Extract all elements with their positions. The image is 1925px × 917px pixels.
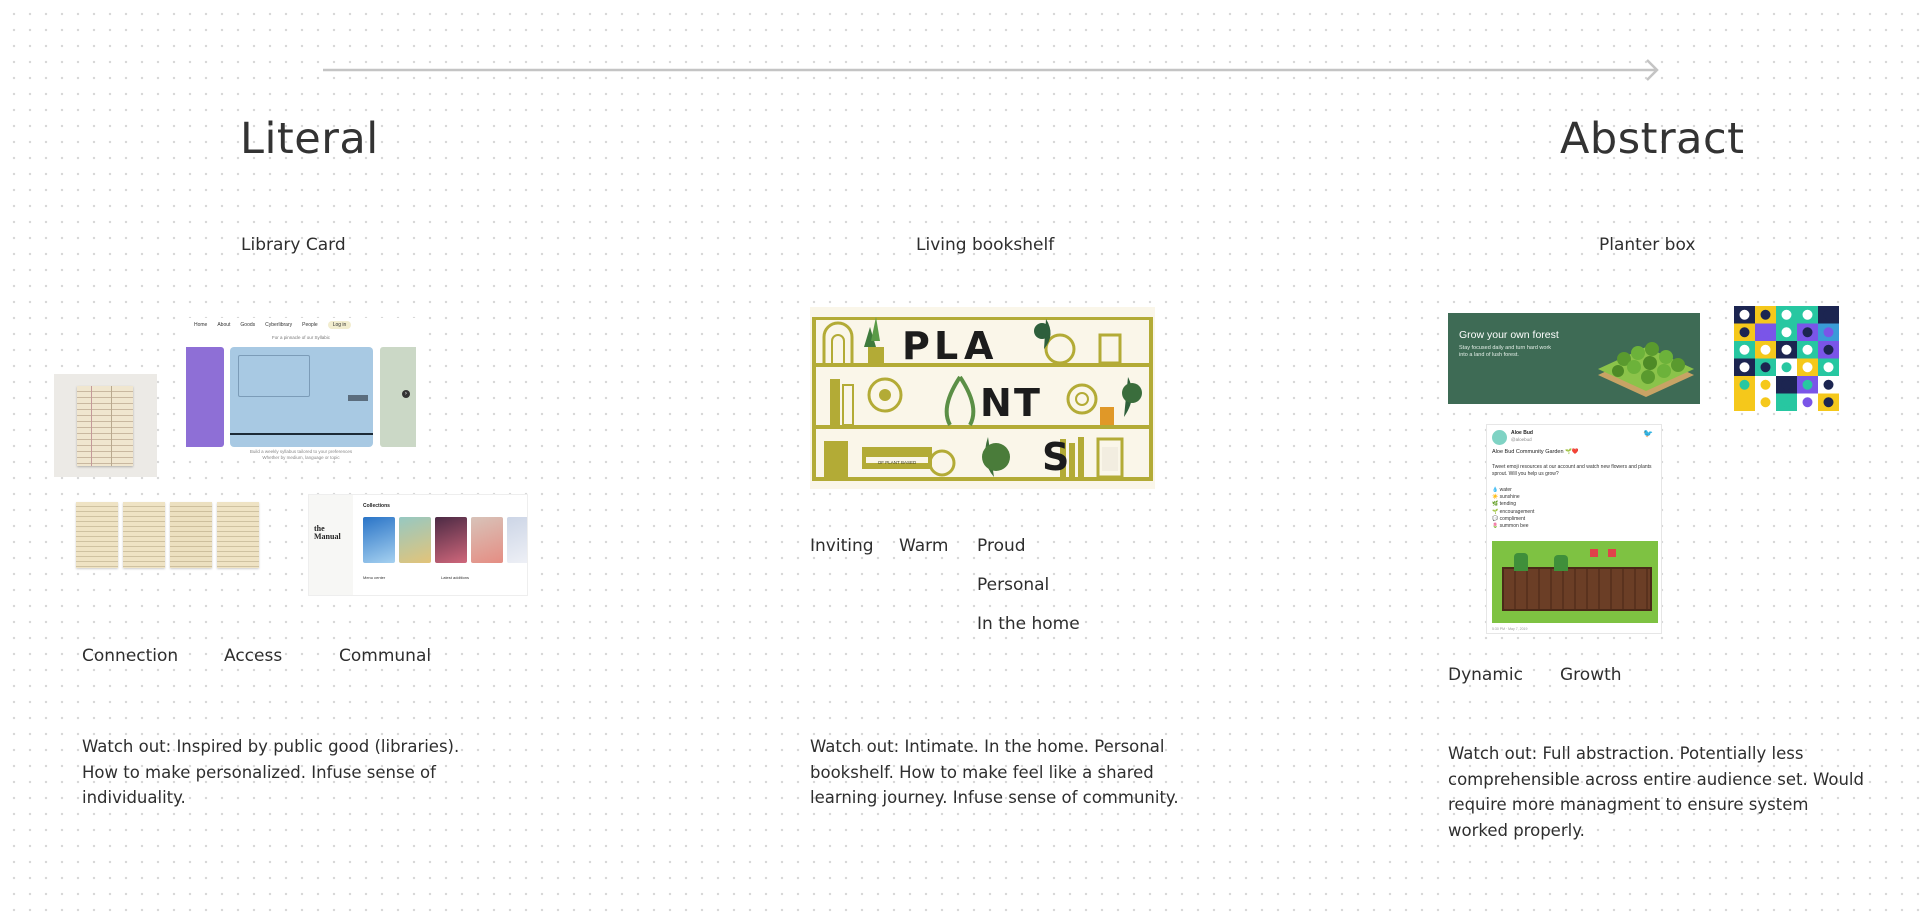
plants-bookshelf-banner-image: P L A N T S OF PLANT BASED <box>810 307 1155 489</box>
column-title-planter-box: Planter box <box>1599 235 1696 255</box>
mock-manual-col1: Menu center <box>363 575 386 580</box>
note-planter-box: Watch out: Full abstraction. Potentially… <box>1448 744 1864 840</box>
banner-letter-s: S <box>1042 435 1070 479</box>
banner-letter-n: N <box>980 381 1012 425</box>
mock-manual-col2: Latest additions <box>441 575 470 580</box>
tag-in-the-home: In the home <box>977 614 1080 634</box>
label-literal: Literal <box>240 114 379 164</box>
spectrum-arrow <box>323 59 1659 81</box>
tweet-author-name: Aloe Bud <box>1511 430 1533 436</box>
pattern-dot <box>1739 309 1750 320</box>
tweet-list-summon-bee: 🌷 summon bee <box>1492 523 1529 530</box>
pixel-garden-image <box>1492 541 1658 623</box>
isometric-forest-icon <box>1598 342 1694 397</box>
tag-access: Access <box>224 646 283 666</box>
banner-letter-a: A <box>964 324 994 368</box>
pattern-dot <box>1823 379 1834 390</box>
twitter-bird-icon: 🐦 <box>1643 429 1653 438</box>
tweet-body: Tweet emoji resources at our account and… <box>1492 464 1652 477</box>
pattern-dot <box>1760 309 1771 320</box>
column-title-library-card: Library Card <box>241 235 346 255</box>
mock-nav-cyberlibrary: Cyberlibrary <box>265 322 293 328</box>
pattern-dot <box>1739 397 1750 408</box>
mock-manual-section: Collections <box>363 503 390 509</box>
tweet-headline: Aloe Bud Community Garden 🌱❤️ <box>1492 449 1579 455</box>
aloe-bud-tweet-image: Aloe Bud @aloebud 🐦 Aloe Bud Community G… <box>1486 424 1662 634</box>
pattern-dot <box>1802 344 1813 355</box>
library-cards-row-image <box>76 502 261 569</box>
pattern-dot <box>1823 309 1834 320</box>
mock-caption: Build a weekly syllabus tailored to your… <box>249 449 353 460</box>
tag-growth: Growth <box>1560 665 1622 685</box>
pattern-dot <box>1760 327 1771 338</box>
grow-forest-card-image: Grow your own forest Stay focused daily … <box>1448 313 1700 404</box>
tag-inviting: Inviting <box>810 536 874 556</box>
banner-book-spine-text: OF PLANT BASED <box>877 460 917 465</box>
pattern-dot <box>1739 327 1750 338</box>
label-abstract: Abstract <box>1560 114 1745 164</box>
tag-connection: Connection <box>82 646 179 666</box>
pattern-dot <box>1781 362 1792 373</box>
pattern-dot <box>1781 379 1792 390</box>
column-title-living-bookshelf: Living bookshelf <box>916 235 1055 255</box>
mock-nav-login: Log in <box>327 321 352 329</box>
pattern-dot <box>1802 379 1813 390</box>
pattern-dot <box>1760 362 1771 373</box>
pattern-dot <box>1760 379 1771 390</box>
mock-nav-home: Home <box>194 322 208 328</box>
note-library-card: Watch out: Inspired by public good (libr… <box>82 737 460 807</box>
tweet-footer-timestamp: 5:30 PM · May 7, 2019 <box>1492 627 1528 631</box>
pattern-dot <box>1760 397 1771 408</box>
tag-proud: Proud <box>977 536 1026 556</box>
mock-nav-goods: Goods <box>240 322 256 328</box>
pattern-dot <box>1739 379 1750 390</box>
mock-nav-about: About <box>217 322 231 328</box>
pattern-dot <box>1823 327 1834 338</box>
note-living-bookshelf: Watch out: Intimate. In the home. Person… <box>810 737 1179 807</box>
pattern-dot <box>1781 397 1792 408</box>
the-manual-website-image: the Manual Collections Menu center Lates… <box>308 494 528 596</box>
mock-tagline: For a pinnacle of our Syllabic <box>271 335 331 340</box>
pattern-dot <box>1760 344 1771 355</box>
pattern-dot <box>1802 362 1813 373</box>
pattern-dot <box>1781 309 1792 320</box>
pattern-dot <box>1802 309 1813 320</box>
pattern-dot <box>1823 362 1834 373</box>
vintage-library-card-image <box>54 374 157 477</box>
pattern-dot <box>1739 344 1750 355</box>
pattern-dot <box>1781 327 1792 338</box>
mock-manual-brand: the Manual <box>314 524 341 541</box>
tweet-list-encouragement: 🌱 encouragement <box>1492 508 1535 515</box>
pattern-dot <box>1802 327 1813 338</box>
banner-letter-p: P <box>902 324 930 368</box>
forest-card-body: Stay focused daily and turn hard work in… <box>1459 345 1552 358</box>
tag-dynamic: Dynamic <box>1448 665 1523 685</box>
mock-nav-people: People <box>302 322 318 328</box>
banner-letter-l: L <box>934 324 959 368</box>
pattern-dot <box>1739 362 1750 373</box>
tag-warm: Warm <box>899 536 949 556</box>
tweet-author-handle: @aloebud <box>1511 437 1532 442</box>
pattern-dot <box>1823 397 1834 408</box>
tweet-list-tending: 🌿 tending <box>1492 501 1517 508</box>
tag-communal: Communal <box>339 646 432 666</box>
forest-card-title: Grow your own forest <box>1459 329 1559 341</box>
pattern-dot <box>1781 344 1792 355</box>
colorful-pattern-grid-image <box>1734 306 1839 411</box>
tag-personal: Personal <box>977 575 1050 595</box>
pattern-dot <box>1802 397 1813 408</box>
pattern-dot <box>1823 344 1834 355</box>
library-pouch-website-image: Home About Goods Cyberlibrary People Log… <box>186 318 416 460</box>
tweet-list-compliment: 💬 compliment <box>1492 515 1526 522</box>
banner-letter-t: T <box>1014 381 1040 425</box>
